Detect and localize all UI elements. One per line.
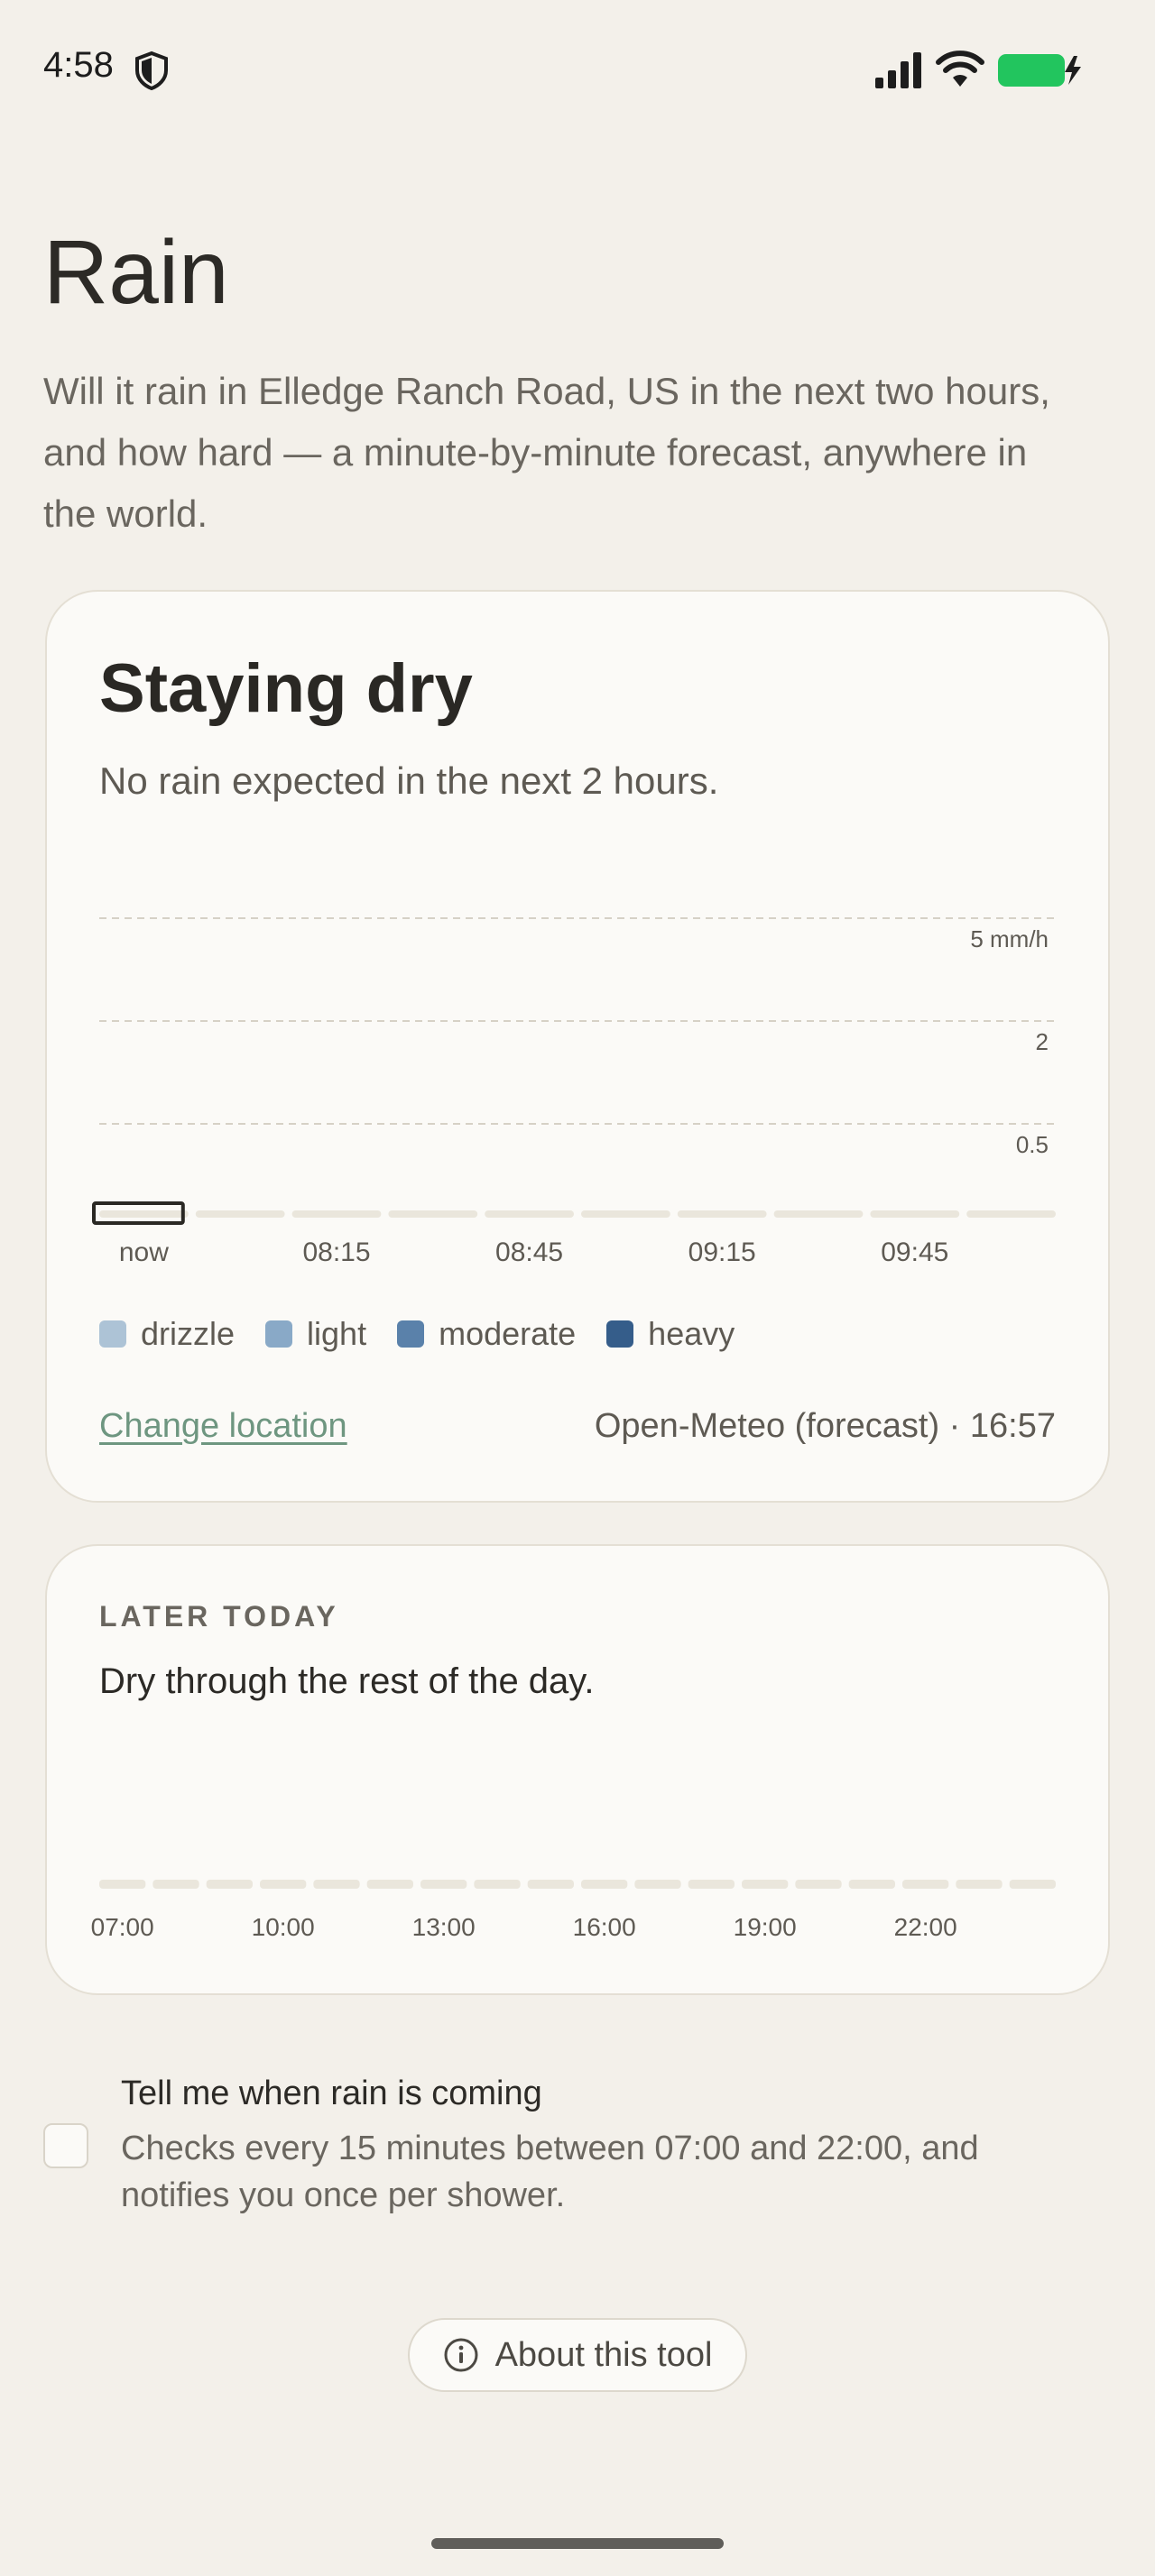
rain-bar (260, 1880, 307, 1889)
shield-icon (135, 51, 168, 90)
rain-bar (206, 1880, 253, 1889)
status-time: 4:58 (43, 45, 114, 85)
legend-swatch (397, 1320, 425, 1348)
x-tick-label: 09:45 (881, 1237, 948, 1267)
rain-bar (474, 1880, 521, 1889)
page-intro: Will it rain in Elledge Ranch Road, US i… (43, 370, 1050, 535)
y-tick-label: 5 mm/h (970, 925, 1049, 952)
battery-charging-icon (998, 54, 1081, 87)
x-tick-label: 08:15 (302, 1237, 370, 1267)
x-tick-label: 13:00 (412, 1913, 476, 1941)
legend-swatch (606, 1320, 634, 1348)
rain-bar (581, 1880, 628, 1889)
x-tick-label: now (119, 1237, 169, 1267)
legend-swatch (99, 1320, 126, 1348)
x-tick-label: 16:00 (573, 1913, 636, 1941)
rain-alert-checkbox[interactable] (43, 2123, 88, 2168)
legend-label: moderate (439, 1315, 577, 1352)
y-tick-label: 2 (1036, 1028, 1049, 1055)
intensity-legend: drizzle light moderate heavy (99, 1315, 735, 1353)
rain-bar (485, 1210, 574, 1218)
x-tick-label: 08:45 (495, 1237, 563, 1267)
y-tick-label: 0.5 (1016, 1131, 1049, 1158)
legend-label: light (307, 1315, 367, 1352)
home-indicator[interactable] (431, 2538, 724, 2549)
rain-bar (773, 1210, 864, 1218)
rain-alert-description: Checks every 15 minutes between 07:00 an… (121, 2130, 979, 2214)
rain-bar (581, 1210, 670, 1218)
forecast-card: Staying dry No rain expected in the next… (45, 590, 1110, 1503)
rain-bar (795, 1880, 842, 1889)
rain-bar (634, 1880, 681, 1889)
legend-item-heavy: heavy (606, 1315, 735, 1353)
rain-bar (152, 1880, 199, 1889)
rain-bar (99, 1880, 146, 1889)
about-tool-label: About this tool (494, 2335, 713, 2374)
legend-item-moderate: moderate (397, 1315, 576, 1353)
legend-swatch (265, 1320, 293, 1348)
later-today-card: LATER TODAY Dry through the rest of the … (45, 1544, 1110, 1995)
rain-bar (527, 1880, 574, 1889)
rain-bar (366, 1880, 413, 1889)
x-tick-label: 09:15 (688, 1237, 756, 1267)
forecast-source: Open-Meteo (forecast) · 16:57 (594, 1407, 1056, 1445)
legend-item-drizzle: drizzle (99, 1315, 235, 1353)
legend-label: drizzle (141, 1315, 236, 1352)
rain-bar (742, 1880, 789, 1889)
signal-icon (875, 52, 921, 88)
rain-bar (848, 1880, 895, 1889)
x-tick-label: 07:00 (91, 1913, 154, 1941)
page-title: Rain (43, 222, 229, 323)
x-tick-label: 19:00 (734, 1913, 797, 1941)
x-tick-label: 10:00 (252, 1913, 315, 1941)
rain-bar (388, 1210, 478, 1218)
rain-alert-title: Tell me when rain is coming (121, 2075, 542, 2112)
rain-bar (1009, 1880, 1056, 1889)
rain-bar (956, 1880, 1003, 1889)
change-location-link[interactable]: Change location (99, 1407, 347, 1446)
rain-bar (677, 1210, 767, 1218)
wifi-icon (936, 51, 984, 87)
rain-bar (420, 1880, 467, 1889)
rain-bar (195, 1210, 285, 1218)
rain-bar (902, 1880, 949, 1889)
about-tool-button[interactable]: About this tool (408, 2318, 747, 2392)
rain-bar (688, 1880, 735, 1889)
rain-bar (966, 1210, 1056, 1218)
legend-item-light: light (265, 1315, 366, 1353)
later-today-chart: 07:00 10:00 13:00 16:00 19:00 22:00 (91, 1880, 1056, 1941)
status-bar: 4:58 (0, 0, 1155, 135)
rain-bar (313, 1880, 360, 1889)
x-tick-label: 22:00 (894, 1913, 957, 1941)
legend-label: heavy (648, 1315, 735, 1352)
nowcast-chart: 5 mm/h 2 0.5 now 08:15 08:45 09:15 09:45 (92, 917, 1056, 1267)
rain-bar (291, 1210, 382, 1218)
rain-bar (870, 1210, 960, 1218)
rain-bar (99, 1210, 189, 1218)
info-icon (444, 2338, 478, 2372)
